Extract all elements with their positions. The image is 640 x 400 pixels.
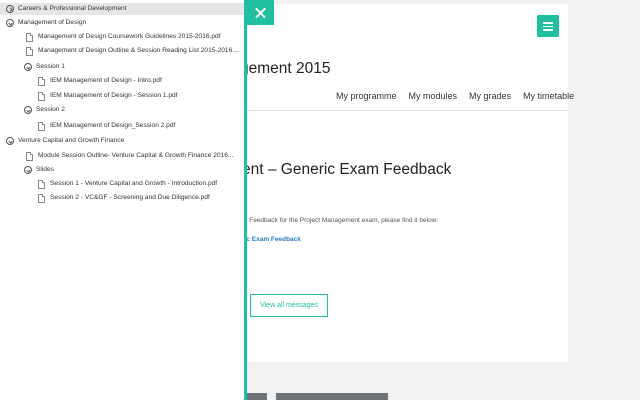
view-all-messages-button[interactable]: View all messages xyxy=(250,294,328,317)
pdf-file-icon xyxy=(38,179,45,189)
tree-folder-item[interactable]: Session 2 xyxy=(24,104,65,116)
course-title: gement 2015 xyxy=(240,60,331,77)
tree-file-item[interactable]: Management of Design Coursework Guidelin… xyxy=(26,31,221,43)
tree-folder-item[interactable]: Session 1 xyxy=(24,61,65,73)
tree-item-label: Management of Design Coursework Guidelin… xyxy=(38,33,221,40)
tree-folder-item[interactable]: Slides xyxy=(24,164,54,176)
chevron-down-icon xyxy=(6,19,14,27)
tree-item-label: Session 2 xyxy=(36,106,65,113)
file-tree-panel: Careers & Professional Development Manage… xyxy=(0,0,247,400)
thumbnail-image xyxy=(276,393,388,400)
tree-item-label: Management of Design xyxy=(18,19,87,26)
chevron-down-icon xyxy=(24,106,32,114)
tree-file-item[interactable]: IEM Management of Design - Intro.pdf xyxy=(38,75,162,87)
tree-item-label: Session 2 - VC&GF - Screening and Due Di… xyxy=(50,194,210,201)
pdf-file-icon xyxy=(38,193,45,203)
chevron-right-icon xyxy=(6,5,14,13)
tree-folder-item[interactable]: Careers & Professional Development xyxy=(0,3,244,15)
pdf-file-icon xyxy=(38,91,45,101)
tree-item-label: Module Session Outline- Venture Capital … xyxy=(38,152,234,159)
tree-item-label: Careers & Professional Development xyxy=(18,5,127,12)
tree-item-label: Management of Design Outline & Session R… xyxy=(38,47,240,54)
message-link[interactable]: ric Exam Feedback xyxy=(242,236,301,243)
tree-item-label: Session 1 xyxy=(36,63,65,70)
tree-file-item[interactable]: Management of Design Outline & Session R… xyxy=(26,45,240,57)
tree-item-label: Venture Capital and Growth Finance xyxy=(18,137,125,144)
tree-folder-item[interactable]: Venture Capital and Growth Finance xyxy=(6,135,124,147)
chevron-down-icon xyxy=(6,137,14,145)
pdf-file-icon xyxy=(38,121,45,131)
menu-icon[interactable] xyxy=(537,15,559,37)
pdf-file-icon xyxy=(26,32,33,42)
chevron-down-icon xyxy=(24,166,32,174)
tree-item-label: IEM Management of Design_Session 2.pdf xyxy=(50,122,176,129)
nav-my-modules[interactable]: My modules xyxy=(409,91,458,101)
nav-divider xyxy=(230,110,568,111)
close-panel-button[interactable] xyxy=(247,0,274,25)
tree-file-item[interactable]: Session 1 - Venture Capital and Growth -… xyxy=(38,178,217,190)
main-nav: My programme My modules My grades My tim… xyxy=(336,91,574,101)
tree-file-item[interactable]: Module Session Outline- Venture Capital … xyxy=(26,150,233,162)
chevron-down-icon xyxy=(24,63,32,71)
tree-item-label: Slides xyxy=(36,166,54,173)
pdf-file-icon xyxy=(38,76,45,86)
tree-item-label: IEM Management of Design - Intro.pdf xyxy=(50,77,162,84)
message-body: m Feedback for the Project Management ex… xyxy=(242,217,439,224)
nav-my-programme[interactable]: My programme xyxy=(336,91,397,101)
tree-item-label: Session 1 - Venture Capital and Growth -… xyxy=(50,180,218,187)
pdf-file-icon xyxy=(26,151,33,161)
message-title: ent – Generic Exam Feedback xyxy=(242,161,452,178)
nav-my-timetable[interactable]: My timetable xyxy=(523,91,574,101)
tree-item-label: IEM Management of Design - Session 1.pdf xyxy=(50,92,178,99)
nav-my-grades[interactable]: My grades xyxy=(469,91,511,101)
tree-folder-item[interactable]: Management of Design xyxy=(6,17,86,29)
tree-file-item[interactable]: Session 2 - VC&GF - Screening and Due Di… xyxy=(38,192,210,204)
tree-file-item[interactable]: IEM Management of Design - Session 1.pdf xyxy=(38,90,178,102)
pdf-file-icon xyxy=(26,46,33,56)
tree-file-item[interactable]: IEM Management of Design_Session 2.pdf xyxy=(38,120,175,132)
